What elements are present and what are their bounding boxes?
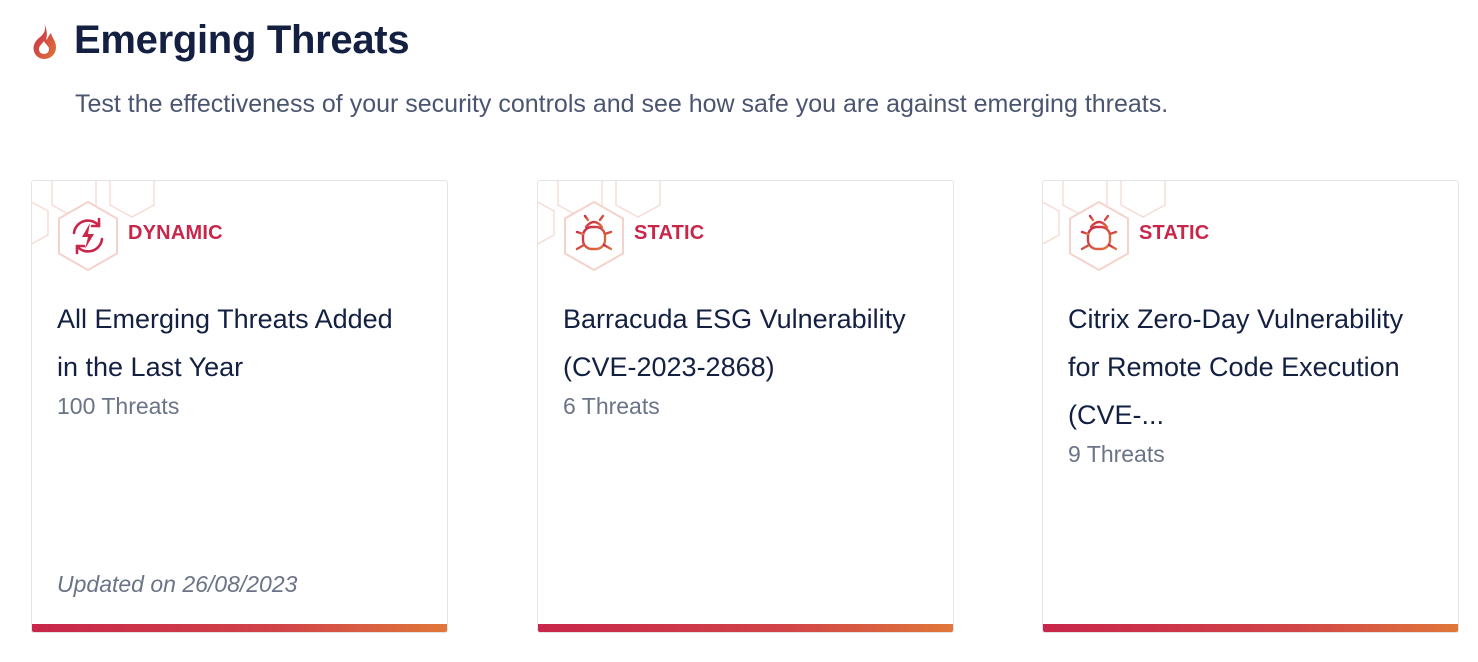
section-header: Emerging Threats xyxy=(26,18,410,63)
bug-icon xyxy=(1063,199,1135,278)
type-badge: STATIC xyxy=(634,222,705,244)
bug-icon xyxy=(558,199,630,278)
updated-date: Updated on 26/08/2023 xyxy=(57,571,298,597)
page-subtitle: Test the effectiveness of your security … xyxy=(75,90,1169,118)
card-accent-bar xyxy=(1043,624,1458,632)
threat-count: 9 Threats xyxy=(1068,441,1165,467)
threat-count: 100 Threats xyxy=(57,393,180,419)
type-badge: DYNAMIC xyxy=(128,222,223,244)
flame-icon xyxy=(26,19,62,63)
refresh-bolt-icon xyxy=(52,199,124,278)
threat-card-citrix[interactable]: STATIC Citrix Zero-Day Vulnerability for… xyxy=(1042,180,1459,633)
type-badge: STATIC xyxy=(1139,222,1210,244)
card-title: Barracuda ESG Vulnerability (CVE-2023-28… xyxy=(563,304,906,382)
card-title: Citrix Zero-Day Vulnerability for Remote… xyxy=(1068,304,1404,430)
card-accent-bar xyxy=(538,624,953,632)
threat-card-all-emerging[interactable]: DYNAMIC All Emerging Threats Added in th… xyxy=(31,180,448,633)
threat-card-barracuda[interactable]: STATIC Barracuda ESG Vulnerability (CVE-… xyxy=(537,180,954,633)
page-title: Emerging Threats xyxy=(74,18,410,62)
threat-count: 6 Threats xyxy=(563,393,660,419)
card-accent-bar xyxy=(32,624,447,632)
card-title: All Emerging Threats Added in the Last Y… xyxy=(57,304,393,382)
